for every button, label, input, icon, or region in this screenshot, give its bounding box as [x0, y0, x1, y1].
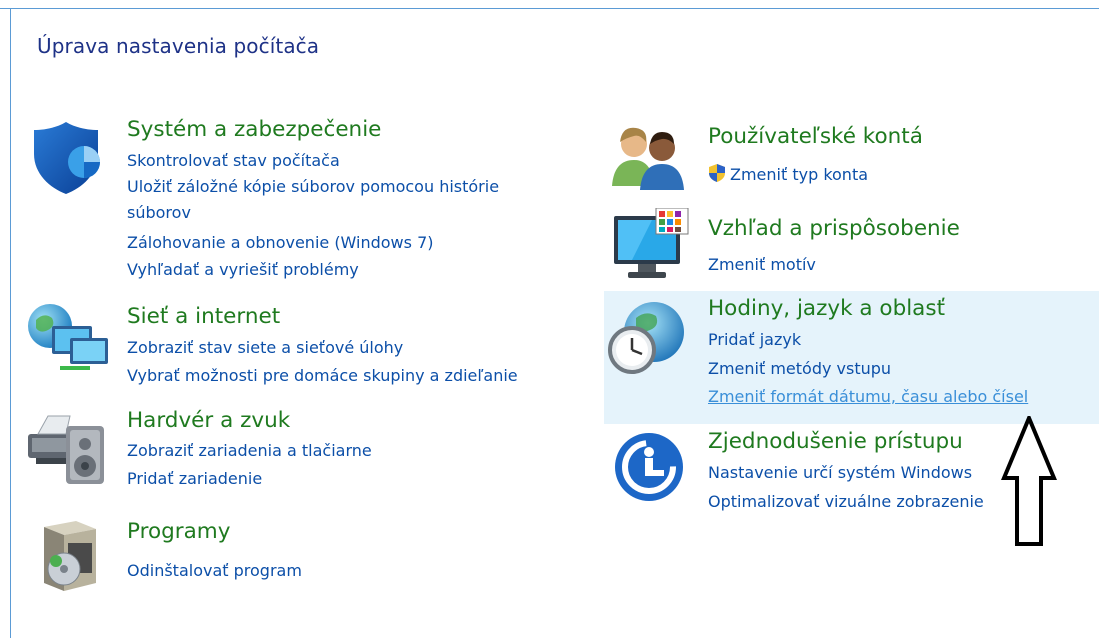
- link-network-status[interactable]: Zobraziť stav siete a sieťové úlohy: [127, 338, 403, 358]
- window-top-border: [0, 8, 1099, 9]
- category-appearance[interactable]: Vzhľad a prispôsobenie: [708, 216, 960, 241]
- network-globe-icon[interactable]: [26, 300, 112, 384]
- category-network-internet[interactable]: Sieť a internet: [127, 304, 280, 329]
- ease-of-access-icon[interactable]: [612, 430, 686, 508]
- programs-box-icon[interactable]: [38, 517, 102, 597]
- window-left-border: [10, 8, 11, 638]
- link-add-language[interactable]: Pridať jazyk: [708, 330, 801, 350]
- printer-speaker-icon[interactable]: [26, 404, 110, 492]
- link-change-input-methods[interactable]: Zmeniť metódy vstupu: [708, 359, 891, 379]
- link-file-history-backup[interactable]: Uložiť záložné kópie súborov pomocou his…: [127, 174, 527, 226]
- category-programs[interactable]: Programy: [127, 519, 230, 544]
- category-system-security[interactable]: Systém a zabezpečenie: [127, 117, 381, 142]
- link-change-account-type-label: Zmeniť typ konta: [730, 165, 869, 184]
- shield-icon[interactable]: [30, 118, 102, 200]
- category-clock-language-region[interactable]: Hodiny, jazyk a oblasť: [708, 296, 945, 321]
- link-optimize-visual-display[interactable]: Optimalizovať vizuálne zobrazenie: [708, 492, 984, 512]
- link-change-date-time-format[interactable]: Zmeniť formát dátumu, času alebo čísel: [708, 387, 1028, 407]
- uac-shield-icon: [708, 163, 726, 188]
- page-title: Úprava nastavenia počítača: [37, 34, 320, 58]
- link-uninstall-program[interactable]: Odinštalovať program: [127, 561, 302, 581]
- link-devices-printers[interactable]: Zobraziť zariadenia a tlačiarne: [127, 441, 372, 461]
- link-let-windows-suggest[interactable]: Nastavenie určí systém Windows: [708, 463, 972, 483]
- category-hardware-sound[interactable]: Hardvér a zvuk: [127, 408, 290, 433]
- link-change-theme[interactable]: Zmeniť motív: [708, 255, 816, 275]
- link-change-account-type[interactable]: Zmeniť typ konta: [708, 163, 868, 188]
- link-backup-restore-w7[interactable]: Zálohovanie a obnovenie (Windows 7): [127, 233, 433, 253]
- link-homegroup-sharing[interactable]: Vybrať možnosti pre domáce skupiny a zdi…: [127, 366, 518, 386]
- link-troubleshoot[interactable]: Vyhľadať a vyriešiť problémy: [127, 260, 359, 280]
- users-icon[interactable]: [610, 124, 690, 194]
- category-user-accounts[interactable]: Používateľské kontá: [708, 124, 923, 149]
- arrow-up-annotation: [1000, 412, 1058, 552]
- globe-clock-icon[interactable]: [606, 300, 690, 384]
- category-ease-of-access[interactable]: Zjednodušenie prístupu: [708, 429, 963, 454]
- monitor-palette-icon[interactable]: [612, 207, 692, 288]
- link-check-computer-status[interactable]: Skontrolovať stav počítača: [127, 151, 340, 171]
- link-add-device[interactable]: Pridať zariadenie: [127, 469, 262, 489]
